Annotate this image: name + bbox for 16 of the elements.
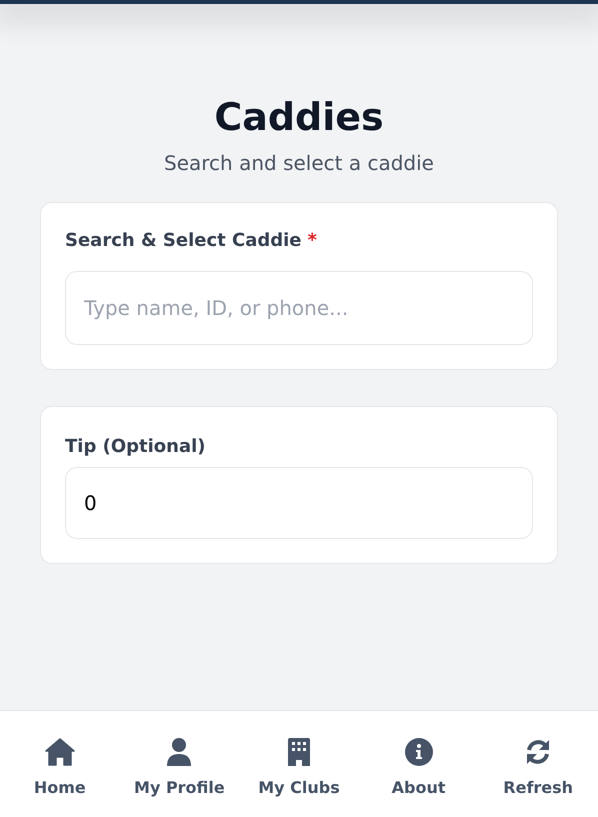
building-icon — [288, 738, 310, 766]
tip-field[interactable]: 0 — [65, 467, 533, 539]
nav-item[interactable]: My Profile — [120, 711, 240, 817]
nav-item[interactable]: Home — [0, 711, 120, 817]
field-label: Tip (Optional) — [65, 435, 206, 459]
home-icon — [44, 738, 75, 766]
nav-item[interactable]: My Clubs — [239, 711, 359, 817]
field-label: Search & Select Caddie — [65, 229, 302, 253]
required-mark: * — [308, 229, 317, 253]
nav-item[interactable]: Refresh — [478, 711, 598, 817]
page-title: Caddies — [214, 94, 384, 141]
nav-item[interactable]: About — [358, 711, 478, 817]
page-subtitle: Search and select a caddie — [164, 150, 434, 176]
user-icon — [166, 738, 192, 766]
info-icon — [404, 738, 433, 766]
search-field[interactable]: Type name, ID, or phone... — [65, 271, 533, 345]
